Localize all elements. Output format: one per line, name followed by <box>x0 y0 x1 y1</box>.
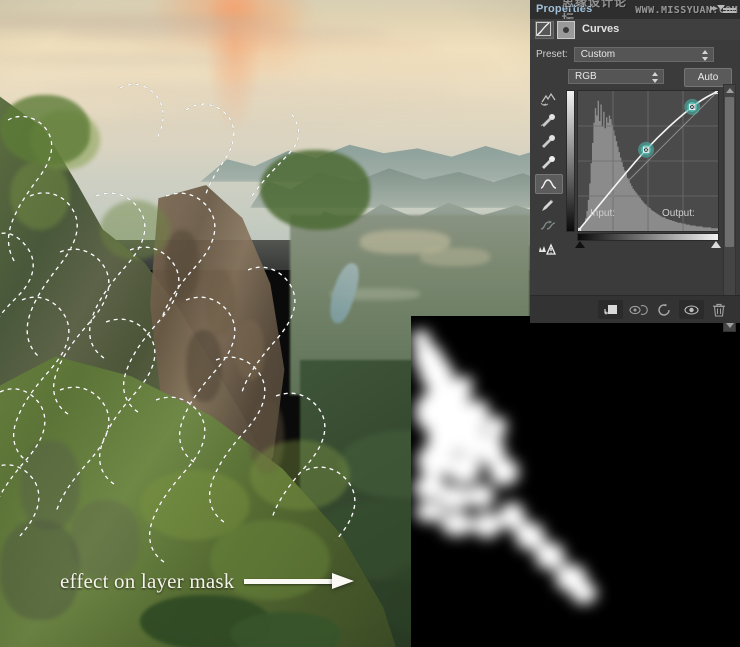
rock-texture <box>20 440 80 530</box>
panel-menu-icon[interactable] <box>717 4 736 14</box>
cloud-band <box>120 104 520 115</box>
preset-label: Preset: <box>536 49 568 60</box>
black-point-eyedropper[interactable] <box>535 111 561 129</box>
valley-town <box>420 248 490 266</box>
preset-row: Preset: Custom <box>536 47 714 62</box>
auto-button-label: Auto <box>697 72 719 83</box>
smooth-curve-tool[interactable] <box>535 217 561 235</box>
input-label: Input: <box>590 208 616 219</box>
scroll-up-arrow-icon[interactable] <box>726 88 734 93</box>
preset-value: Custom <box>580 49 616 60</box>
channel-select[interactable]: RGB <box>568 69 664 84</box>
shrub <box>0 95 90 165</box>
curves-tool-strip[interactable] <box>533 90 563 255</box>
gray-point-eyedropper[interactable] <box>535 132 561 150</box>
scrollbar-thumb[interactable] <box>725 97 734 247</box>
right-arrow-icon <box>244 573 355 589</box>
channel-value: RGB <box>575 71 597 82</box>
layer-mask-preview[interactable] <box>411 316 740 647</box>
curves-adjustment-icon[interactable] <box>535 21 554 39</box>
rock-texture <box>236 320 264 380</box>
cloud-band <box>40 84 460 97</box>
black-point-slider[interactable] <box>575 241 585 248</box>
panel-body: Preset: Custom RGB Auto Input: Output: <box>530 40 740 332</box>
grass-texture <box>250 440 350 510</box>
toggle-layer-visibility-button[interactable] <box>679 300 704 319</box>
output-gradient-bar <box>566 90 575 232</box>
panel-tab-bar[interactable]: Properties 思缘设计论坛 WWW.MISSYUAN.COM ▸▸ <box>530 0 740 26</box>
output-label: Output: <box>662 208 695 219</box>
curves-graph-wrapper[interactable] <box>566 90 721 248</box>
grass-texture <box>100 200 170 260</box>
rock-texture <box>186 330 222 402</box>
toggle-before-after-button[interactable] <box>625 300 650 319</box>
spinner-arrows-icon[interactable] <box>652 72 659 83</box>
annotation-label: effect on layer mask <box>60 568 235 593</box>
scroll-down-arrow-icon[interactable] <box>726 323 734 328</box>
white-point-slider[interactable] <box>711 241 721 248</box>
spinner-arrows-icon[interactable] <box>701 50 709 61</box>
cloud-band <box>60 26 390 40</box>
sun-glow <box>230 10 300 70</box>
shrub <box>260 150 370 230</box>
pencil-draw-curve-tool[interactable] <box>535 196 561 214</box>
cloud-band <box>0 54 250 65</box>
annotation-group: effect on layer mask <box>60 560 410 602</box>
panel-header-controls[interactable]: ▸▸ <box>710 4 736 14</box>
photoshop-screenshot: effect on layer mask Properties 思缘设计论 WW… <box>0 0 740 647</box>
delete-adjustment-layer-button[interactable] <box>706 300 731 319</box>
properties-panel[interactable]: Properties 思缘设计论坛 WWW.MISSYUAN.COM ▸▸ <box>530 0 740 332</box>
mask-blur-group <box>411 316 740 647</box>
clip-to-layer-button[interactable] <box>598 300 623 319</box>
channel-row: RGB <box>568 69 664 84</box>
adjustment-header: Curves <box>530 19 740 41</box>
clipping-warning-tool[interactable] <box>535 240 561 258</box>
layer-mask-thumbnail[interactable] <box>557 21 575 39</box>
on-image-adjustment-tool[interactable] <box>535 90 561 108</box>
shrub <box>230 612 340 647</box>
reset-adjustment-button[interactable] <box>652 300 677 319</box>
curve-point-tool[interactable] <box>535 174 563 194</box>
preset-select[interactable]: Custom <box>573 47 714 62</box>
panel-tab-label[interactable]: Properties <box>536 3 592 15</box>
double-right-arrow-icon[interactable]: ▸▸ <box>710 4 718 14</box>
white-point-eyedropper[interactable] <box>535 153 561 171</box>
input-gradient-bar <box>577 233 719 241</box>
rock-texture <box>165 230 199 300</box>
adjustment-title: Curves <box>582 23 620 35</box>
rock-texture <box>205 270 235 336</box>
grass-texture <box>10 160 70 230</box>
panel-footer[interactable] <box>530 295 740 323</box>
